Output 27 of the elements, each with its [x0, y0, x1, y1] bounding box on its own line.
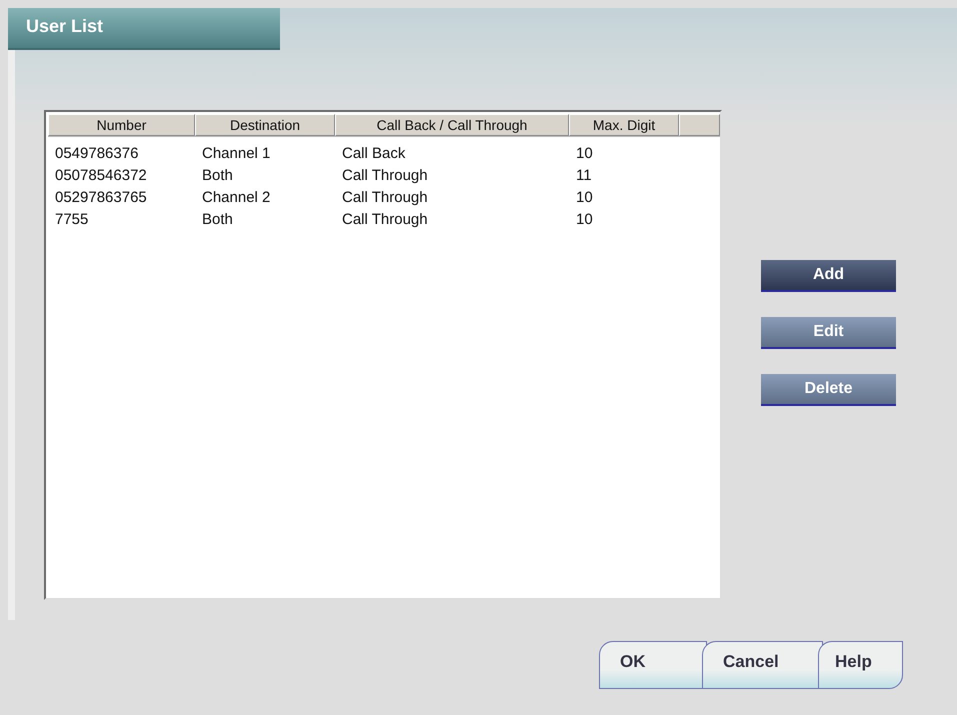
table-cell-text: 10: [575, 144, 594, 164]
table-cell-text: Channel 1: [201, 144, 272, 164]
edit-button[interactable]: Edit: [761, 317, 896, 349]
table-cell-text: 0549786376: [54, 144, 140, 164]
help-button[interactable]: Help: [818, 641, 903, 689]
table-cell-text: Both: [201, 166, 234, 186]
ok-button[interactable]: OK: [599, 641, 707, 689]
window-title: User List: [8, 8, 280, 50]
table-cell-text: Channel 2: [201, 188, 272, 208]
table-cell-text: Call Through: [341, 188, 429, 208]
table-cell-text: 10: [575, 188, 594, 208]
table-cell-text: 05078546372: [54, 166, 148, 186]
cancel-button[interactable]: Cancel: [702, 641, 823, 689]
column-header[interactable]: Max. Digit: [569, 114, 679, 136]
column-header[interactable]: Number: [48, 114, 195, 136]
table-cell-text: Call Through: [341, 166, 429, 186]
table-cell-text: Call Through: [341, 210, 429, 230]
table-cell-text: 10: [575, 210, 594, 230]
table-cell-text: 7755: [54, 210, 90, 230]
table-cell-text: 11: [575, 166, 593, 186]
column-header[interactable]: Call Back / Call Through: [335, 114, 569, 136]
delete-button[interactable]: Delete: [761, 374, 896, 406]
table-cell-text: Call Back: [341, 144, 406, 164]
table-cell-text: Both: [201, 210, 234, 230]
table-cell-text: 05297863765: [54, 188, 148, 208]
column-header[interactable]: Destination: [195, 114, 335, 136]
add-button[interactable]: Add: [761, 260, 896, 292]
